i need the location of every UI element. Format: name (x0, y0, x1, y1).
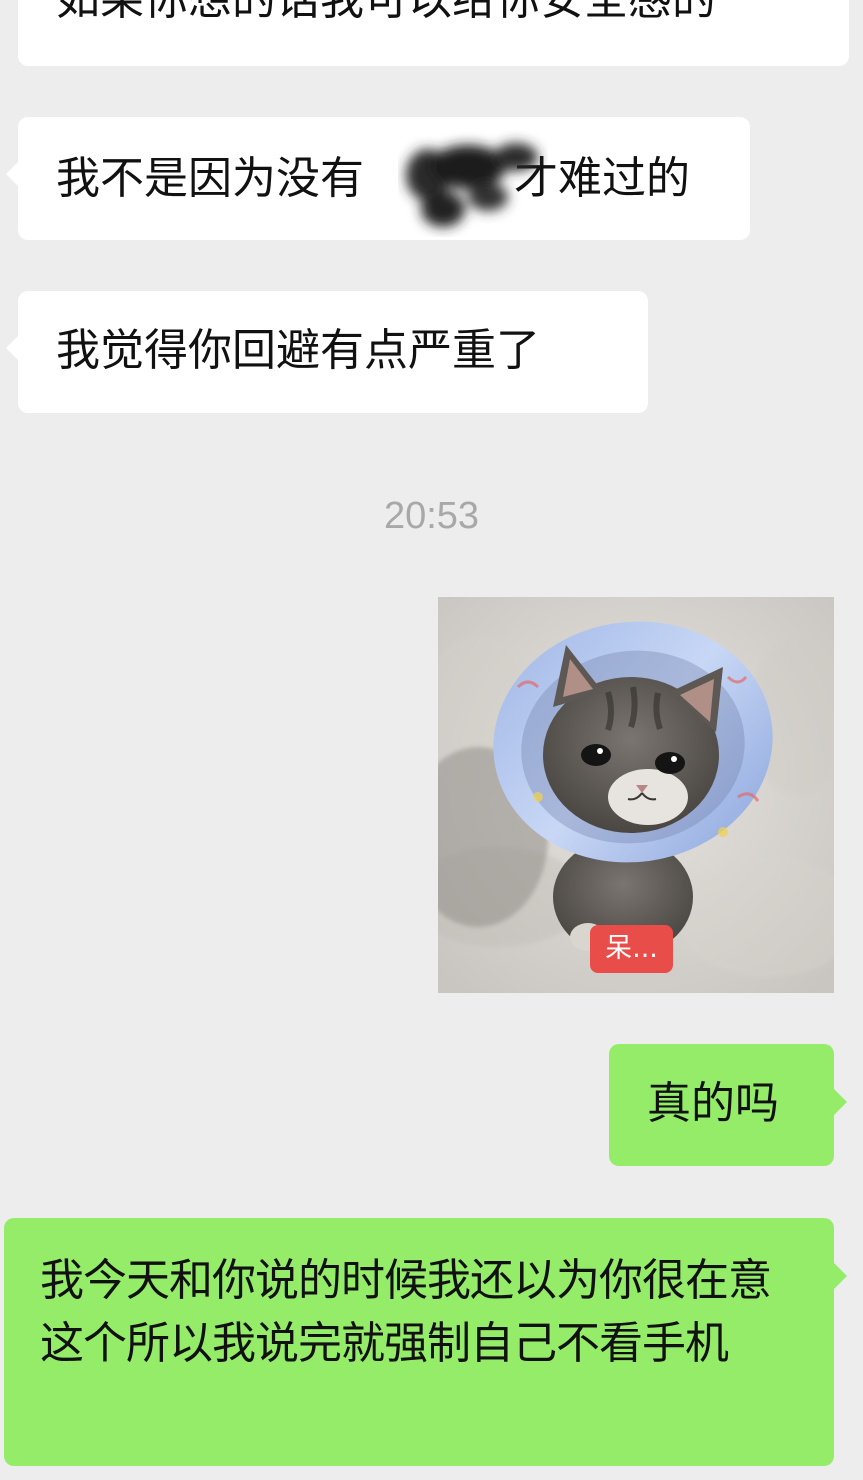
message-text: 我不是因为没有 才难过的 (56, 149, 690, 209)
message-text-before-redaction: 我不是因为没有 (56, 153, 364, 204)
message-bubble-incoming[interactable]: 如果你想的话我可以给你安全感的 (18, 0, 849, 66)
bubble-tail (6, 335, 19, 361)
message-text: 真的吗 (647, 1078, 779, 1129)
sticker-caption: 呆... (590, 925, 673, 973)
message-text: 我觉得你回避有点严重了 (56, 325, 540, 376)
message-text: 我今天和你说的时候我还以为你很在意这个所以我说完就强制自己不看手机 (40, 1255, 772, 1369)
sticker-image[interactable]: 呆... (438, 597, 834, 993)
bubble-tail (6, 161, 19, 187)
message-bubble-outgoing[interactable]: 真的吗 (609, 1044, 847, 1166)
bubble-tail (834, 1089, 847, 1115)
message-bubble-incoming[interactable]: 我不是因为没有 才难过的 (6, 117, 750, 240)
message-text-after-redaction: 才难过的 (514, 153, 690, 204)
message-bubble-outgoing[interactable]: 我今天和你说的时候我还以为你很在意这个所以我说完就强制自己不看手机 (4, 1218, 847, 1466)
message-text: 如果你想的话我可以给你安全感的 (56, 0, 716, 40)
message-bubble-incoming[interactable]: 我觉得你回避有点严重了 (6, 291, 648, 413)
bubble-tail (834, 1263, 847, 1289)
message-timestamp: 20:53 (383, 495, 480, 537)
